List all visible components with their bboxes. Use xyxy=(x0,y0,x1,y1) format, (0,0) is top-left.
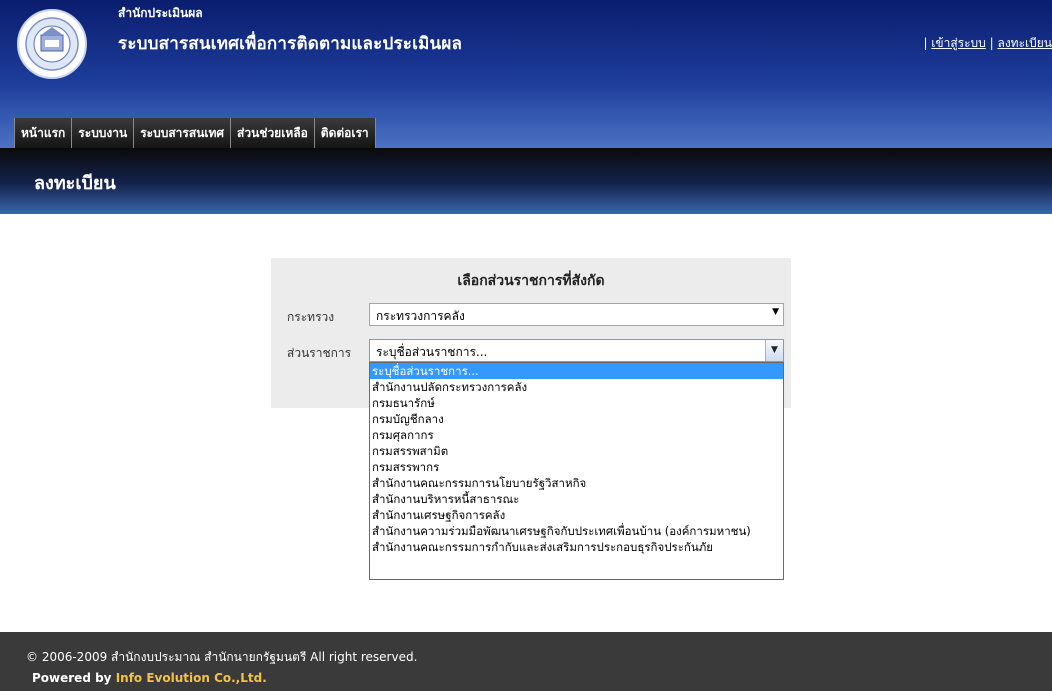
nav-tab-help[interactable]: ส่วนช่วยเหลือ xyxy=(231,118,315,148)
login-link[interactable]: เข้าสู่ระบบ xyxy=(931,36,986,50)
department-option[interactable]: สำนักงานปลัดกระทรวงการคลัง xyxy=(370,379,783,395)
top-links: | เข้าสู่ระบบ | ลงทะเบียน xyxy=(923,34,1052,53)
copyright-text: © 2006-2009 สำนักงบประมาณ สำนักนายกรัฐมน… xyxy=(26,650,418,664)
department-option[interactable]: สำนักงานความร่วมมือพัฒนาเศรษฐกิจกับประเท… xyxy=(370,523,783,539)
powered-by-label: Powered by xyxy=(32,671,112,685)
nav-tab-systems[interactable]: ระบบงาน xyxy=(72,118,135,148)
title-band: ลงทะเบียน xyxy=(0,148,1052,214)
chevron-down-icon[interactable]: ▼ xyxy=(772,307,779,317)
department-select-value: ระบุชื่อส่วนราชการ... xyxy=(376,345,488,359)
department-dropdown-list[interactable]: ระบุชื่อส่วนราชการ... สำนักงานปลัดกระทรว… xyxy=(369,362,784,580)
department-label: ส่วนราชการ xyxy=(287,346,352,360)
main-nav: หน้าแรก ระบบงาน ระบบสารสนเทศ ส่วนช่วยเหล… xyxy=(14,118,376,148)
ministry-select-value: กระทรวงการคลัง xyxy=(376,309,465,323)
department-option[interactable]: กรมศุลกากร xyxy=(370,427,783,443)
ministry-label: กระทรวง xyxy=(287,310,335,324)
ministry-select[interactable]: กระทรวงการคลัง ▼ xyxy=(369,303,784,326)
department-option[interactable]: กรมบัญชีกลาง xyxy=(370,411,783,427)
budget-bureau-seal-icon[interactable] xyxy=(14,4,90,88)
system-title: ระบบสารสนเทศเพื่อการติดตามและประเมินผล xyxy=(118,34,463,54)
department-option[interactable]: สำนักงานคณะกรรมการกำกับและส่งเสริมการประ… xyxy=(370,539,783,555)
org-name: สำนักประเมินผล xyxy=(118,6,203,20)
page: สำนักประเมินผล ระบบสารสนเทศเพื่อการติดตา… xyxy=(0,0,1052,691)
department-option[interactable]: สำนักงานบริหารหนี้สาธารณะ xyxy=(370,491,783,507)
department-option[interactable]: กรมสรรพากร xyxy=(370,459,783,475)
register-link[interactable]: ลงทะเบียน xyxy=(997,36,1052,50)
department-select[interactable]: ระบุชื่อส่วนราชการ... ▼ xyxy=(369,339,784,362)
powered-by-company-link[interactable]: Info Evolution Co.,Ltd. xyxy=(116,671,267,685)
nav-tab-home[interactable]: หน้าแรก xyxy=(14,118,73,148)
site-footer: © 2006-2009 สำนักงบประมาณ สำนักนายกรัฐมน… xyxy=(0,632,1052,691)
nav-tab-information-systems[interactable]: ระบบสารสนเทศ xyxy=(134,118,232,148)
department-option[interactable]: กรมธนารักษ์ xyxy=(370,395,783,411)
nav-tab-contact[interactable]: ติดต่อเรา xyxy=(314,118,376,148)
panel-title: เลือกส่วนราชการที่สังกัด xyxy=(457,273,605,289)
powered-by: Powered by Info Evolution Co.,Ltd. xyxy=(32,671,267,685)
department-option[interactable]: สำนักงานคณะกรรมการนโยบายรัฐวิสาหกิจ xyxy=(370,475,783,491)
top-links-separator: | xyxy=(985,36,998,50)
department-option[interactable]: สำนักงานเศรษฐกิจการคลัง xyxy=(370,507,783,523)
page-title: ลงทะเบียน xyxy=(34,173,116,194)
site-header: สำนักประเมินผล ระบบสารสนเทศเพื่อการติดตา… xyxy=(0,0,1052,148)
chevron-down-icon[interactable]: ▼ xyxy=(765,340,783,361)
department-option[interactable]: กรมสรรพสามิต xyxy=(370,443,783,459)
department-option[interactable]: ระบุชื่อส่วนราชการ... xyxy=(370,363,783,379)
